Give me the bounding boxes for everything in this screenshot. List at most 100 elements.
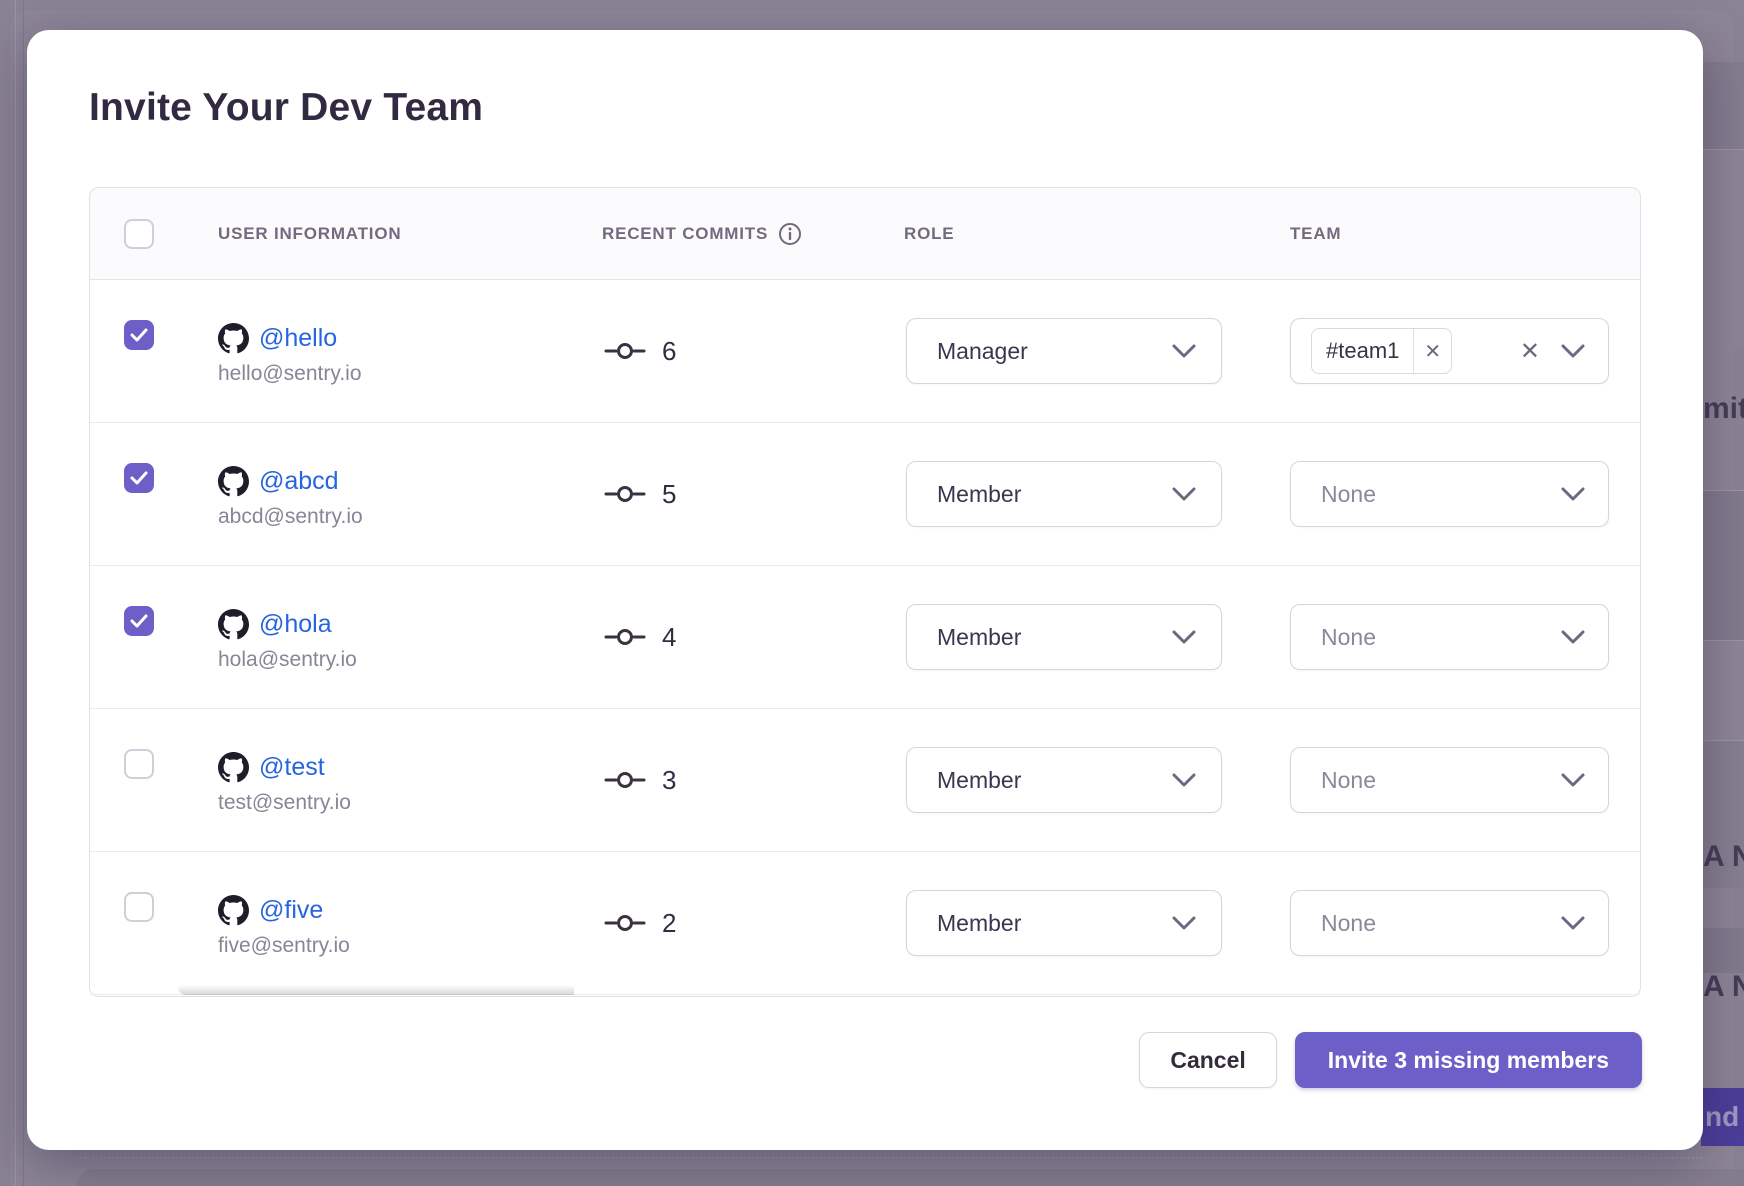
chevron-down-icon bbox=[1171, 486, 1197, 502]
github-icon bbox=[218, 895, 249, 926]
team-cell: None bbox=[1260, 566, 1640, 708]
table-row: @hola hola@sentry.io 4 Member bbox=[90, 566, 1640, 709]
invite-table: USER INFORMATION RECENT COMMITS ROLE TEA… bbox=[89, 187, 1641, 997]
background-row bbox=[1701, 928, 1744, 973]
chevron-down-icon bbox=[1171, 772, 1197, 788]
role-cell: Member bbox=[880, 566, 1260, 708]
role-select[interactable]: Member bbox=[906, 747, 1222, 813]
github-icon bbox=[218, 323, 249, 354]
team-select-value: None bbox=[1311, 910, 1560, 937]
header-recent-commits: RECENT COMMITS bbox=[590, 188, 880, 279]
chevron-down-icon bbox=[1560, 772, 1586, 788]
team-select-value: None bbox=[1311, 767, 1560, 794]
background-text-fragment: mit bbox=[1703, 392, 1744, 426]
invite-members-button[interactable]: Invite 3 missing members bbox=[1295, 1032, 1642, 1088]
background-card-edge bbox=[77, 1169, 1744, 1186]
team-chip: #team1 ✕ bbox=[1311, 328, 1452, 374]
team-multiselect[interactable]: None bbox=[1290, 461, 1609, 527]
commit-icon bbox=[604, 769, 646, 791]
chevron-down-icon bbox=[1560, 343, 1586, 359]
commit-count: 4 bbox=[662, 622, 676, 653]
team-multiselect[interactable]: None bbox=[1290, 747, 1609, 813]
info-icon[interactable] bbox=[778, 222, 802, 246]
header-checkbox-cell bbox=[90, 188, 218, 279]
cancel-button[interactable]: Cancel bbox=[1139, 1032, 1276, 1088]
github-username-link[interactable]: @abcd bbox=[259, 467, 339, 496]
chevron-down-icon bbox=[1171, 629, 1197, 645]
role-select-value: Member bbox=[937, 910, 1171, 937]
background-dotted-line bbox=[77, 1157, 1702, 1159]
chevron-down-icon bbox=[1560, 915, 1586, 931]
background-divider bbox=[15, 0, 16, 1186]
recent-commits-cell: 5 bbox=[590, 423, 880, 565]
header-team: TEAM bbox=[1260, 188, 1640, 279]
row-checkbox[interactable] bbox=[124, 320, 154, 350]
team-multiselect[interactable]: None bbox=[1290, 604, 1609, 670]
table-row: @five five@sentry.io 2 Member bbox=[90, 852, 1640, 995]
team-select-value: None bbox=[1311, 624, 1560, 651]
team-cell: None bbox=[1260, 852, 1640, 994]
user-information-cell: @hola hola@sentry.io bbox=[218, 566, 590, 708]
commit-count: 3 bbox=[662, 765, 676, 796]
role-cell: Member bbox=[880, 423, 1260, 565]
row-checkbox[interactable] bbox=[124, 892, 154, 922]
github-username-link[interactable]: @hola bbox=[259, 610, 332, 639]
select-all-checkbox[interactable] bbox=[124, 219, 154, 249]
commit-icon bbox=[604, 340, 646, 362]
github-icon bbox=[218, 609, 249, 640]
user-information-cell: @hello hello@sentry.io bbox=[218, 280, 590, 422]
table-row: @hello hello@sentry.io 6 Manager bbox=[90, 280, 1640, 423]
chevron-down-icon bbox=[1560, 629, 1586, 645]
remove-team-icon[interactable]: ✕ bbox=[1413, 329, 1451, 373]
check-icon bbox=[130, 328, 148, 342]
team-chip-label: #team1 bbox=[1312, 338, 1413, 364]
check-icon bbox=[130, 471, 148, 485]
row-checkbox-cell bbox=[90, 280, 218, 422]
background-bottom-sliver bbox=[27, 1155, 1744, 1186]
check-icon bbox=[130, 614, 148, 628]
user-information-cell: @abcd abcd@sentry.io bbox=[218, 423, 590, 565]
background-button-fragment: nd bbox=[1701, 1088, 1744, 1146]
role-select[interactable]: Member bbox=[906, 890, 1222, 956]
user-information-cell: @five five@sentry.io bbox=[218, 852, 590, 994]
recent-commits-cell: 3 bbox=[590, 709, 880, 851]
github-username-link[interactable]: @test bbox=[259, 753, 325, 782]
background-right-sliver: mit A No A No nd bbox=[1701, 28, 1744, 1186]
row-checkbox-cell bbox=[90, 852, 218, 994]
commit-icon bbox=[604, 912, 646, 934]
commit-count: 2 bbox=[662, 908, 676, 939]
background-row bbox=[1701, 62, 1744, 150]
row-checkbox-cell bbox=[90, 566, 218, 708]
role-select-value: Member bbox=[937, 481, 1171, 508]
team-multiselect[interactable]: #team1 ✕ ✕ bbox=[1290, 318, 1609, 384]
header-role: ROLE bbox=[880, 188, 1260, 279]
github-username-link[interactable]: @five bbox=[259, 896, 323, 925]
github-icon bbox=[218, 752, 249, 783]
role-select-value: Manager bbox=[937, 338, 1171, 365]
role-select[interactable]: Member bbox=[906, 461, 1222, 527]
github-username-link[interactable]: @hello bbox=[259, 324, 337, 353]
user-email: abcd@sentry.io bbox=[218, 505, 590, 529]
row-checkbox-cell bbox=[90, 423, 218, 565]
background-row bbox=[1701, 490, 1744, 640]
table-header-row: USER INFORMATION RECENT COMMITS ROLE TEA… bbox=[90, 188, 1640, 280]
role-select[interactable]: Member bbox=[906, 604, 1222, 670]
team-cell: #team1 ✕ ✕ bbox=[1260, 280, 1640, 422]
table-row: @test test@sentry.io 3 Member bbox=[90, 709, 1640, 852]
recent-commits-cell: 6 bbox=[590, 280, 880, 422]
row-checkbox[interactable] bbox=[124, 606, 154, 636]
clear-teams-icon[interactable]: ✕ bbox=[1520, 337, 1540, 366]
user-email: five@sentry.io bbox=[218, 934, 590, 958]
commit-icon bbox=[604, 626, 646, 648]
commit-icon bbox=[604, 483, 646, 505]
team-cell: None bbox=[1260, 423, 1640, 565]
commit-count: 6 bbox=[662, 336, 676, 367]
row-checkbox[interactable] bbox=[124, 749, 154, 779]
role-cell: Manager bbox=[880, 280, 1260, 422]
commit-count: 5 bbox=[662, 479, 676, 510]
row-checkbox[interactable] bbox=[124, 463, 154, 493]
team-multiselect[interactable]: None bbox=[1290, 890, 1609, 956]
header-recent-commits-label: RECENT COMMITS bbox=[602, 224, 768, 244]
role-select[interactable]: Manager bbox=[906, 318, 1222, 384]
team-select-value: None bbox=[1311, 481, 1560, 508]
